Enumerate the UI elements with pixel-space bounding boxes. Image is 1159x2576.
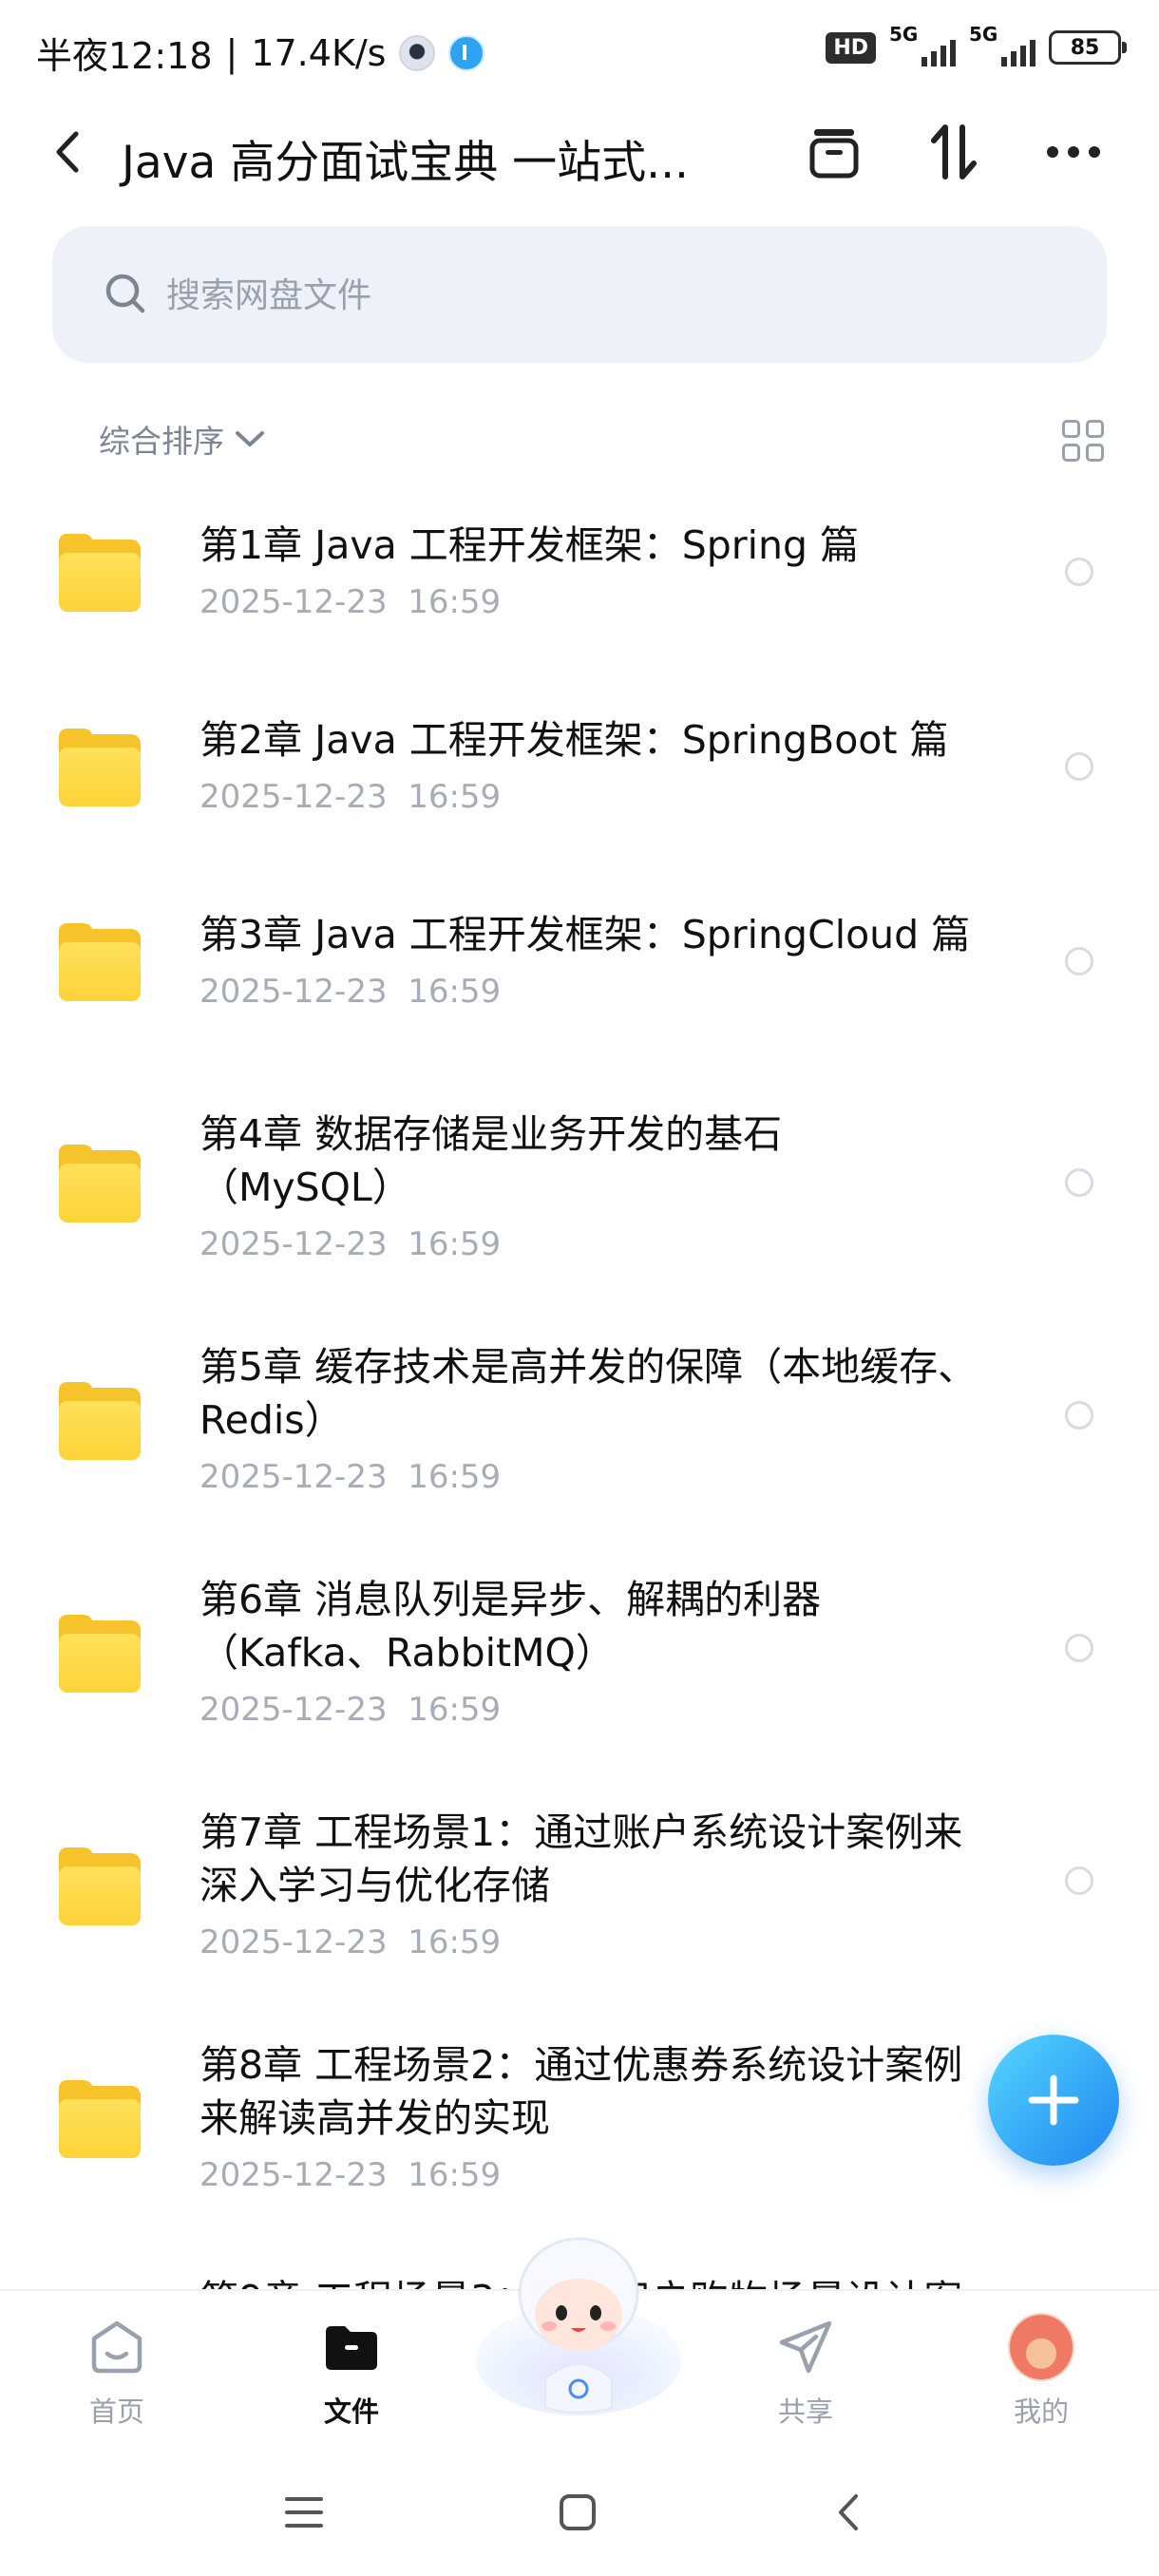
sort-dropdown[interactable]: 综合排序 [99,416,266,462]
file-name: 第7章 工程场景1：通过账户系统设计案例来深入学习与优化存储 [200,1809,963,1908]
status-time: 半夜12:18 [36,35,213,77]
folder-icon [59,1615,141,1693]
sort-row: 综合排序 [0,408,1159,475]
nav-label: 共享 [777,2396,833,2428]
list-item[interactable]: 第3章 Java 工程开发框架：SpringCloud 篇 2025-12-23… [0,874,1159,1069]
folder-icon [59,1145,141,1222]
status-right: HD 5G 5G 85 [826,23,1127,66]
file-date: 2025-12-23 16:59 [200,778,502,816]
search-input[interactable] [164,264,1023,327]
select-checkbox[interactable] [1065,1168,1093,1197]
upload-notification-icon [448,34,485,71]
folder-icon [59,2080,141,2158]
page-title: Java 高分面试宝典 一站式... [122,137,689,189]
network-speed: 17.4K/s [251,31,387,74]
home-icon [84,2314,150,2380]
system-nav-bar [0,2446,1159,2576]
menu-icon [285,2497,323,2528]
file-date: 2025-12-23 16:59 [200,1923,502,1961]
file-date: 2025-12-23 16:59 [200,1691,502,1729]
file-name: 第1章 Java 工程开发框架：Spring 篇 [200,522,860,568]
file-name: 第4章 数据存储是业务开发的基石（MySQL） [200,1111,783,1210]
status-left: 半夜12:18 | 17.4K/s [36,27,485,79]
more-icon [1047,146,1100,158]
recent-apps-button[interactable] [280,2489,328,2536]
file-name: 第6章 消息队列是异步、解耦的利器（Kafka、RabbitMQ） [200,1577,822,1676]
sort-order-icon [931,124,977,180]
nav-label: 首页 [88,2396,144,2428]
list-item[interactable]: 第4章 数据存储是业务开发的基石（MySQL） 2025-12-23 16:59 [0,1069,1159,1306]
list-item[interactable]: 第8章 工程场景2：通过优惠券系统设计案例来解读高并发的实现 2025-12-2… [0,2004,1159,2237]
back-chevron-icon [839,2494,858,2530]
status-bar: 半夜12:18 | 17.4K/s HD 5G 5G 85 [0,0,1159,104]
file-name: 第5章 缓存技术是高并发的保障（本地缓存、Redis） [200,1344,978,1443]
home-system-button[interactable] [554,2489,601,2536]
list-item[interactable]: 第6章 消息队列是异步、解耦的利器（Kafka、RabbitMQ） 2025-1… [0,1539,1159,1771]
back-system-button[interactable] [825,2489,872,2536]
square-icon [560,2494,596,2530]
nav-files[interactable]: 文件 [276,2301,428,2434]
sort-label: 综合排序 [99,423,224,460]
search-bar[interactable] [52,226,1107,363]
add-button[interactable] [988,2035,1119,2166]
file-date: 2025-12-23 16:59 [200,1225,502,1263]
select-checkbox[interactable] [1065,558,1093,586]
avatar [1008,2313,1074,2381]
plus-icon [1028,2074,1079,2126]
select-checkbox[interactable] [1065,1401,1093,1430]
folder-icon [59,729,141,806]
signal-icon: 5G [889,23,956,66]
battery-icon: 85 [1049,30,1127,65]
select-checkbox[interactable] [1065,1634,1093,1662]
hd-voice-icon: HD [826,31,876,64]
back-button[interactable] [44,128,91,176]
file-date: 2025-12-23 16:59 [200,583,502,621]
select-checkbox[interactable] [1065,947,1093,975]
file-name: 第2章 Java 工程开发框架：SpringBoot 篇 [200,717,949,763]
file-date: 2025-12-23 16:59 [200,1458,502,1496]
nav-share[interactable]: 共享 [730,2301,882,2434]
file-name: 第8章 工程场景2：通过优惠券系统设计案例来解读高并发的实现 [200,2042,963,2141]
back-icon [56,131,79,173]
select-checkbox[interactable] [1065,1866,1093,1895]
file-name: 第3章 Java 工程开发框架：SpringCloud 篇 [200,912,971,957]
file-date: 2025-12-23 16:59 [200,973,502,1011]
list-item[interactable]: 第1章 Java 工程开发框架：Spring 篇 2025-12-23 16:5… [0,484,1159,679]
file-date: 2025-12-23 16:59 [200,2156,502,2194]
list-item[interactable]: 第7章 工程场景1：通过账户系统设计案例来深入学习与优化存储 2025-12-2… [0,1771,1159,2004]
folder-icon [59,923,141,1001]
folder-icon [59,534,141,612]
mascot-assistant-button[interactable] [473,2227,684,2422]
nav-label: 我的 [1013,2396,1069,2428]
signal-icon-2: 5G [969,23,1036,66]
folder-icon [59,1847,141,1925]
nav-label: 文件 [323,2396,379,2428]
folder-icon [318,2314,385,2380]
archive-icon [809,129,859,179]
archive-button[interactable] [804,122,864,182]
more-button[interactable] [1043,122,1104,182]
header: Java 高分面试宝典 一站式... [0,104,1159,199]
chevron-down-icon [236,431,264,446]
avatar-wrapper [1008,2313,1074,2381]
notification-app-icon [399,34,436,71]
nav-profile[interactable]: 我的 [965,2301,1117,2434]
share-icon [772,2314,839,2380]
sort-order-button[interactable] [923,122,984,182]
select-checkbox[interactable] [1065,752,1093,781]
nav-home[interactable]: 首页 [41,2301,193,2434]
folder-icon [59,1382,141,1460]
grid-view-button[interactable] [1062,420,1104,462]
list-item[interactable]: 第2章 Java 工程开发框架：SpringBoot 篇 2025-12-23 … [0,679,1159,874]
search-icon [105,274,145,313]
list-item[interactable]: 第5章 缓存技术是高并发的保障（本地缓存、Redis） 2025-12-23 1… [0,1306,1159,1539]
